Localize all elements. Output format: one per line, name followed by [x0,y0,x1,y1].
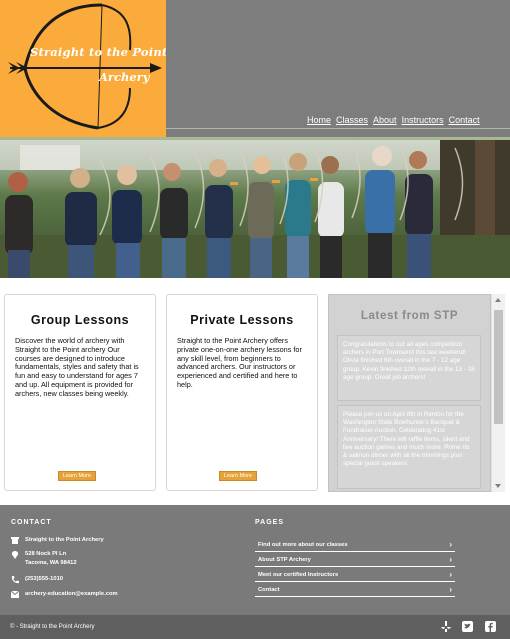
phone-icon [11,576,20,584]
copyright: © - Straight to the Point Archery [10,624,95,630]
chevron-right-icon: › [449,555,452,564]
latest-news-panel[interactable]: Latest from STP Congratulations to our a… [328,294,491,492]
yelp-icon[interactable] [441,621,452,632]
chevron-right-icon: › [449,570,452,579]
nav-instructors[interactable]: Instructors [402,115,444,125]
link-label: Meet our certified Instructors [258,572,339,578]
phone-line: (253)555-1010 [11,576,63,584]
logo-subtitle: Archery [99,70,150,84]
chevron-right-icon: › [449,540,452,549]
news-scrollbar[interactable] [491,294,505,492]
facebook-icon[interactable] [485,621,496,632]
footer-link-classes[interactable]: Find out more about our classes › [255,538,455,552]
scroll-down-arrow-icon[interactable] [495,484,501,488]
header-divider [166,128,510,129]
nav-about[interactable]: About [373,115,397,125]
link-label: Contact [258,587,280,593]
business-name: Straight to the Point Archery [25,537,104,543]
link-label: Find out more about our classes [258,542,348,548]
private-lessons-learn-more-button[interactable]: Learn More [219,471,257,481]
scroll-thumb[interactable] [494,310,503,424]
address-line: 528 Nock Pl Ln Tacoma, WA 98412 [11,551,77,566]
address-street: 528 Nock Pl Ln [25,551,67,557]
building-icon [11,537,20,545]
bottom-bar: © - Straight to the Point Archery [0,615,510,639]
link-label: About STP Archery [258,557,311,563]
news-item: Please join us on April 8th in Renton fo… [337,405,481,489]
group-lessons-card: Group Lessons Discover the world of arch… [4,294,156,491]
site-header: Straight to the Point Archery Home Class… [0,0,510,137]
card-title: Group Lessons [30,313,130,327]
card-body: Straight to the Point Archery offers pri… [177,336,302,389]
archers-photo [0,140,510,278]
nav-contact[interactable]: Contact [449,115,480,125]
group-lessons-learn-more-button[interactable]: Learn More [58,471,96,481]
chevron-right-icon: › [449,585,452,594]
business-line: Straight to the Point Archery [11,537,104,545]
twitter-icon[interactable] [462,621,473,632]
main-nav: Home Classes About Instructors Contact [307,115,480,125]
nav-classes[interactable]: Classes [336,115,368,125]
phone-number[interactable]: (253)555-1010 [25,576,63,582]
email-line: archery-education@example.com [11,591,118,599]
content-area: Group Lessons Discover the world of arch… [0,278,510,505]
scroll-up-arrow-icon[interactable] [495,298,501,302]
email-address[interactable]: archery-education@example.com [25,591,118,597]
footer-link-instructors[interactable]: Meet our certified Instructors › [255,568,455,582]
news-item: Congratulations to our all ages competit… [337,335,481,401]
bow-arrow-logo-icon [8,3,162,130]
card-body: Discover the world of archery with Strai… [15,336,139,398]
logo[interactable]: Straight to the Point Archery [0,0,166,137]
card-title: Private Lessons [190,313,294,327]
nav-home[interactable]: Home [307,115,331,125]
email-icon [11,591,20,599]
contact-heading: CONTACT [11,519,52,526]
address-city: Tacoma, WA 98412 [25,560,77,566]
news-title: Latest from STP [360,310,459,322]
footer-link-about[interactable]: About STP Archery › [255,553,455,567]
pages-heading: PAGES [255,519,284,526]
hero-image [0,140,510,278]
location-pin-icon [11,551,20,559]
footer-link-contact[interactable]: Contact › [255,583,455,597]
private-lessons-card: Private Lessons Straight to the Point Ar… [166,294,318,491]
site-footer: CONTACT Straight to the Point Archery 52… [0,505,510,615]
logo-title: Straight to the Point [30,45,166,59]
